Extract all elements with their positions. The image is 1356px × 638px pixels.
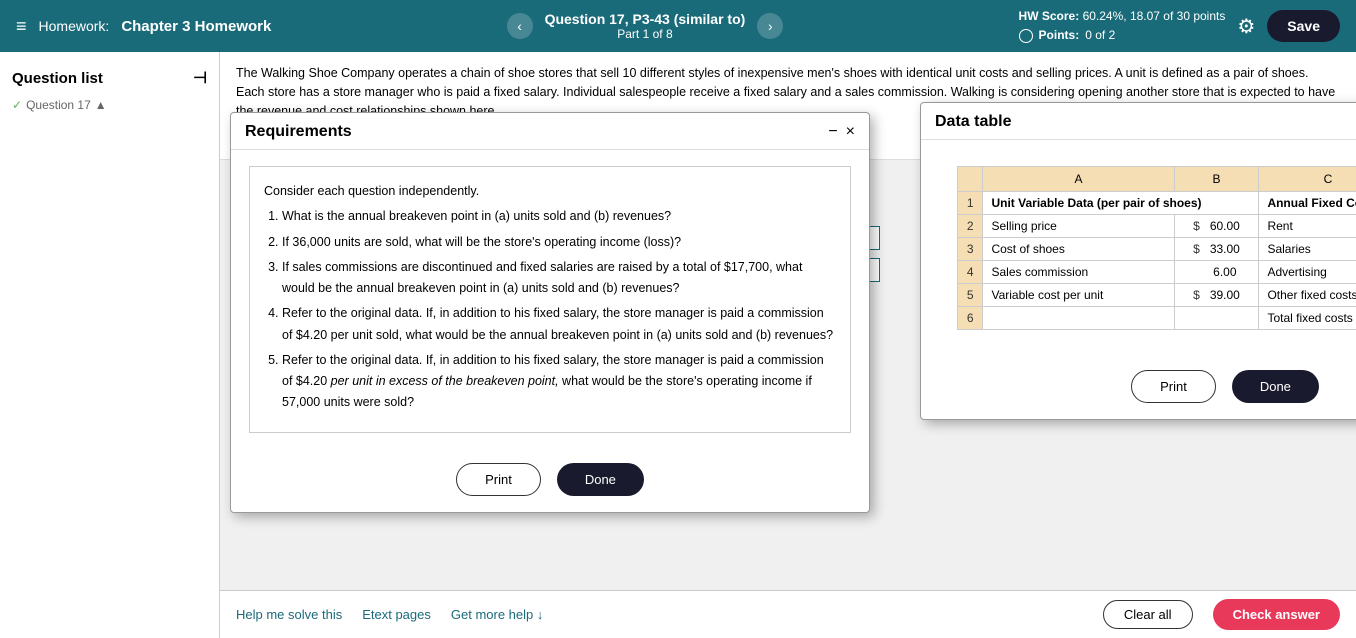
points-value: 0 of 2 bbox=[1085, 26, 1115, 45]
table-row-5: 5 Variable cost per unit $ 39.00 Other f… bbox=[958, 284, 1356, 307]
content-area: The Walking Shoe Company operates a chai… bbox=[220, 52, 1356, 638]
gear-icon[interactable]: ⚙ bbox=[1237, 14, 1255, 39]
row-num-6: 6 bbox=[958, 307, 983, 330]
question-part: Part 1 of 8 bbox=[545, 27, 746, 41]
req-item-3: If sales commissions are discontinued an… bbox=[282, 257, 836, 300]
score-section: HW Score: 60.24%, 18.07 of 30 points Poi… bbox=[1019, 7, 1226, 45]
sidebar-item-label: Question 17 bbox=[26, 98, 91, 112]
requirements-done-button[interactable]: Done bbox=[557, 463, 644, 496]
row-num-2: 2 bbox=[958, 215, 983, 238]
main-area: Question list ⊣ ✓ Question 17 ▲ The Walk… bbox=[0, 52, 1356, 638]
sidebar: Question list ⊣ ✓ Question 17 ▲ bbox=[0, 52, 220, 638]
requirements-intro: Consider each question independently. bbox=[264, 181, 836, 202]
variable-cost-val: $ 39.00 bbox=[1174, 284, 1259, 307]
table-row-4: 4 Sales commission 6.00 Advertising 32,0… bbox=[958, 261, 1356, 284]
rent-label: Rent bbox=[1259, 215, 1356, 238]
question-title: Question 17, P3-43 (similar to) bbox=[545, 11, 746, 27]
cost-of-shoes-val: $ 33.00 bbox=[1174, 238, 1259, 261]
selling-price-label: Selling price bbox=[983, 215, 1174, 238]
row-num-3: 3 bbox=[958, 238, 983, 261]
other-fixed-label: Other fixed costs bbox=[1259, 284, 1356, 307]
requirements-modal-controls: − × bbox=[828, 123, 855, 141]
table-row-3: 3 Cost of shoes $ 33.00 Salaries 171,500 bbox=[958, 238, 1356, 261]
requirements-modal-header: Requirements − × bbox=[231, 113, 869, 150]
requirements-modal-title: Requirements bbox=[245, 123, 352, 141]
data-table: A B C D 1 Unit Variable Data (per pair o… bbox=[957, 166, 1356, 330]
requirements-modal: Requirements − × Consider each question … bbox=[230, 112, 870, 513]
datatable-print-button[interactable]: Print bbox=[1131, 370, 1216, 403]
collapse-sidebar-icon[interactable]: ⊣ bbox=[193, 68, 207, 88]
col-header-b: B bbox=[1174, 167, 1259, 192]
save-button[interactable]: Save bbox=[1267, 10, 1340, 42]
table-row-2: 2 Selling price $ 60.00 Rent $ 25,000 bbox=[958, 215, 1356, 238]
col-header-c: C bbox=[1259, 167, 1356, 192]
requirements-list: What is the annual breakeven point in (a… bbox=[264, 206, 836, 413]
salaries-label: Salaries bbox=[1259, 238, 1356, 261]
req-item-5-italic: per unit in excess of the breakeven poin… bbox=[331, 374, 559, 388]
sidebar-item-q17[interactable]: ✓ Question 17 ▲ bbox=[0, 94, 219, 116]
top-navbar: ≡ Homework: Chapter 3 Homework ‹ Questio… bbox=[0, 0, 1356, 52]
help-link[interactable]: Help me solve this bbox=[236, 607, 342, 622]
variable-cost-label: Variable cost per unit bbox=[983, 284, 1174, 307]
req-item-2: If 36,000 units are sold, what will be t… bbox=[282, 232, 836, 253]
requirements-modal-footer: Print Done bbox=[231, 449, 869, 512]
check-icon: ✓ bbox=[12, 98, 22, 112]
check-answer-button[interactable]: Check answer bbox=[1213, 599, 1340, 630]
table-row-6: 6 Total fixed costs $ 241,500 bbox=[958, 307, 1356, 330]
annual-fixed-header: Annual Fixed Costs bbox=[1259, 192, 1356, 215]
sidebar-title: Question list ⊣ bbox=[0, 62, 219, 94]
requirements-box: Consider each question independently. Wh… bbox=[249, 166, 851, 433]
advertising-label: Advertising bbox=[1259, 261, 1356, 284]
homework-title: Chapter 3 Homework bbox=[121, 18, 271, 35]
next-question-button[interactable]: › bbox=[757, 13, 783, 39]
requirements-minimize-button[interactable]: − bbox=[828, 123, 837, 141]
more-help-link[interactable]: Get more help ↓ bbox=[451, 607, 544, 622]
datatable-modal-footer: Print Done bbox=[921, 356, 1356, 419]
selling-price-val: $ 60.00 bbox=[1174, 215, 1259, 238]
datatable-modal-title: Data table bbox=[935, 113, 1011, 131]
col-header-a: A bbox=[983, 167, 1174, 192]
sales-commission-label: Sales commission bbox=[983, 261, 1174, 284]
cost-of-shoes-label: Cost of shoes bbox=[983, 238, 1174, 261]
requirements-modal-body: Consider each question independently. Wh… bbox=[231, 150, 869, 449]
score-label: HW Score: bbox=[1019, 9, 1080, 23]
datatable-modal-body: A B C D 1 Unit Variable Data (per pair o… bbox=[921, 140, 1356, 356]
menu-icon[interactable]: ≡ bbox=[16, 16, 27, 37]
row-num-1: 1 bbox=[958, 192, 983, 215]
score-value: 60.24%, 18.07 of 30 points bbox=[1083, 9, 1226, 23]
row-num-5: 5 bbox=[958, 284, 983, 307]
row-num-4: 4 bbox=[958, 261, 983, 284]
center-nav: ‹ Question 17, P3-43 (similar to) Part 1… bbox=[283, 11, 1006, 41]
table-row-1: 1 Unit Variable Data (per pair of shoes)… bbox=[958, 192, 1356, 215]
bottom-bar: Help me solve this Etext pages Get more … bbox=[220, 590, 1356, 638]
row6-cola bbox=[983, 307, 1174, 330]
requirements-close-button[interactable]: × bbox=[846, 123, 855, 141]
datatable-done-button[interactable]: Done bbox=[1232, 370, 1319, 403]
col-header-blank bbox=[958, 167, 983, 192]
datatable-modal-header: Data table − × bbox=[921, 103, 1356, 140]
homework-prefix: Homework: bbox=[39, 18, 110, 34]
req-item-5: Refer to the original data. If, in addit… bbox=[282, 350, 836, 414]
unit-var-header: Unit Variable Data (per pair of shoes) bbox=[983, 192, 1259, 215]
clear-all-button[interactable]: Clear all bbox=[1103, 600, 1193, 629]
row6-colb bbox=[1174, 307, 1259, 330]
points-label: Points: bbox=[1039, 26, 1080, 45]
prev-question-button[interactable]: ‹ bbox=[507, 13, 533, 39]
sales-commission-val: 6.00 bbox=[1174, 261, 1259, 284]
req-item-4: Refer to the original data. If, in addit… bbox=[282, 303, 836, 346]
req-item-1: What is the annual breakeven point in (a… bbox=[282, 206, 836, 227]
etext-link[interactable]: Etext pages bbox=[362, 607, 431, 622]
total-fixed-label: Total fixed costs bbox=[1259, 307, 1356, 330]
requirements-print-button[interactable]: Print bbox=[456, 463, 541, 496]
sidebar-title-text: Question list bbox=[12, 70, 103, 87]
question-info: Question 17, P3-43 (similar to) Part 1 o… bbox=[545, 11, 746, 41]
datatable-modal: Data table − × A B C D bbox=[920, 102, 1356, 420]
